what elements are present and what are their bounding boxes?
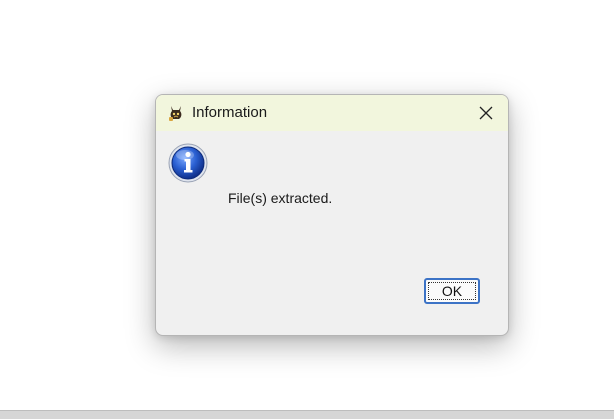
dialog-title: Information (192, 104, 268, 121)
close-button[interactable] (464, 95, 508, 131)
information-icon (168, 143, 208, 183)
information-dialog: Information File(s) extracted. OK (155, 94, 509, 336)
ok-button-label: OK (428, 282, 476, 300)
app-icon (167, 104, 185, 122)
ok-button[interactable]: OK (424, 278, 480, 304)
dialog-message: File(s) extracted. (228, 190, 333, 206)
close-icon (479, 106, 493, 120)
dialog-titlebar[interactable]: Information (156, 95, 508, 131)
